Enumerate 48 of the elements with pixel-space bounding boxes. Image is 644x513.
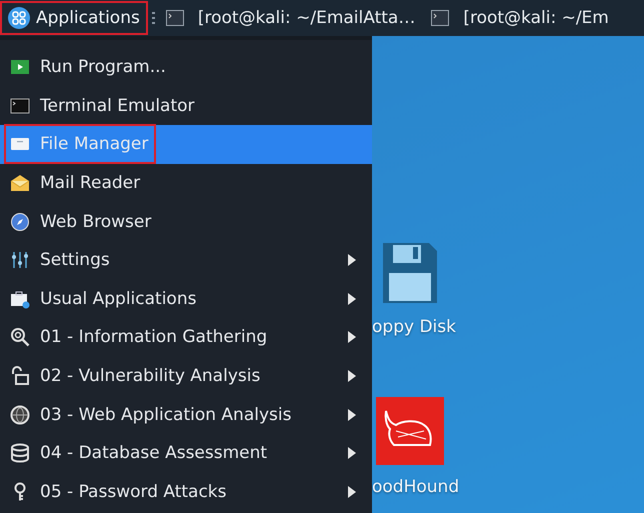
terminal-icon xyxy=(10,96,30,116)
menu-item-label: 02 - Vulnerability Analysis xyxy=(40,366,260,386)
menu-item[interactable]: Mail Reader xyxy=(0,164,372,202)
task-button[interactable]: [root@kali: ~/EmailAtta… xyxy=(164,8,430,28)
submenu-arrow-icon xyxy=(348,331,356,344)
submenu-arrow-icon xyxy=(348,292,356,305)
menu-item-label: 01 - Information Gathering xyxy=(40,327,268,348)
desktop-icon-label: oppy Disk xyxy=(372,317,456,337)
menu-item[interactable]: 04 - Database Assessment xyxy=(0,434,372,473)
briefcase-icon xyxy=(10,288,30,309)
menu-item[interactable]: Settings xyxy=(0,240,372,280)
submenu-arrow-icon xyxy=(348,408,356,421)
padlock-icon xyxy=(10,366,30,386)
submenu-arrow-icon xyxy=(348,447,356,460)
menu-item[interactable]: 02 - Vulnerability Analysis xyxy=(0,356,372,396)
task-button[interactable]: [root@kali: ~/Em xyxy=(429,8,623,28)
grid-icon xyxy=(8,7,30,29)
menu-item[interactable]: Web Browser xyxy=(0,202,372,241)
menu-item-label: Web Browser xyxy=(40,212,152,232)
compass-icon xyxy=(10,212,30,232)
sliders-icon xyxy=(10,250,30,270)
menu-item-label: Settings xyxy=(40,250,110,270)
menu-item-label: Usual Applications xyxy=(40,288,196,309)
database-icon xyxy=(10,443,30,464)
menu-item-label: 04 - Database Assessment xyxy=(40,443,268,464)
envelope-icon xyxy=(10,173,30,194)
menu-item-label: File Manager xyxy=(40,134,148,154)
submenu-arrow-icon xyxy=(348,254,356,266)
drag-handle-icon[interactable] xyxy=(152,12,156,24)
menu-item-label: Terminal Emulator xyxy=(40,96,195,116)
submenu-arrow-icon xyxy=(348,370,356,382)
terminal-icon xyxy=(166,10,184,26)
menu-item[interactable]: Run Program... xyxy=(0,48,372,87)
menu-item[interactable]: 03 - Web Application Analysis xyxy=(0,395,372,434)
menu-item-label: Run Program... xyxy=(40,57,166,78)
menu-item-label: Mail Reader xyxy=(40,173,140,194)
menu-item[interactable]: Terminal Emulator xyxy=(0,86,372,126)
globe-icon xyxy=(10,404,30,425)
terminal-icon xyxy=(431,10,450,26)
search-icon xyxy=(10,327,30,348)
menu-item[interactable]: Usual Applications xyxy=(0,280,372,318)
menu-item-label: 05 - Password Attacks xyxy=(40,482,227,502)
desktop-icon-label: oodHound xyxy=(372,477,460,497)
menu-item[interactable]: 01 - Information Gathering xyxy=(0,318,372,357)
menu-item-label: 03 - Web Application Analysis xyxy=(40,404,292,425)
menu-item[interactable]: 05 - Password Attacks xyxy=(0,472,372,512)
submenu-arrow-icon xyxy=(348,486,356,498)
applications-button[interactable]: Applications xyxy=(0,1,148,35)
